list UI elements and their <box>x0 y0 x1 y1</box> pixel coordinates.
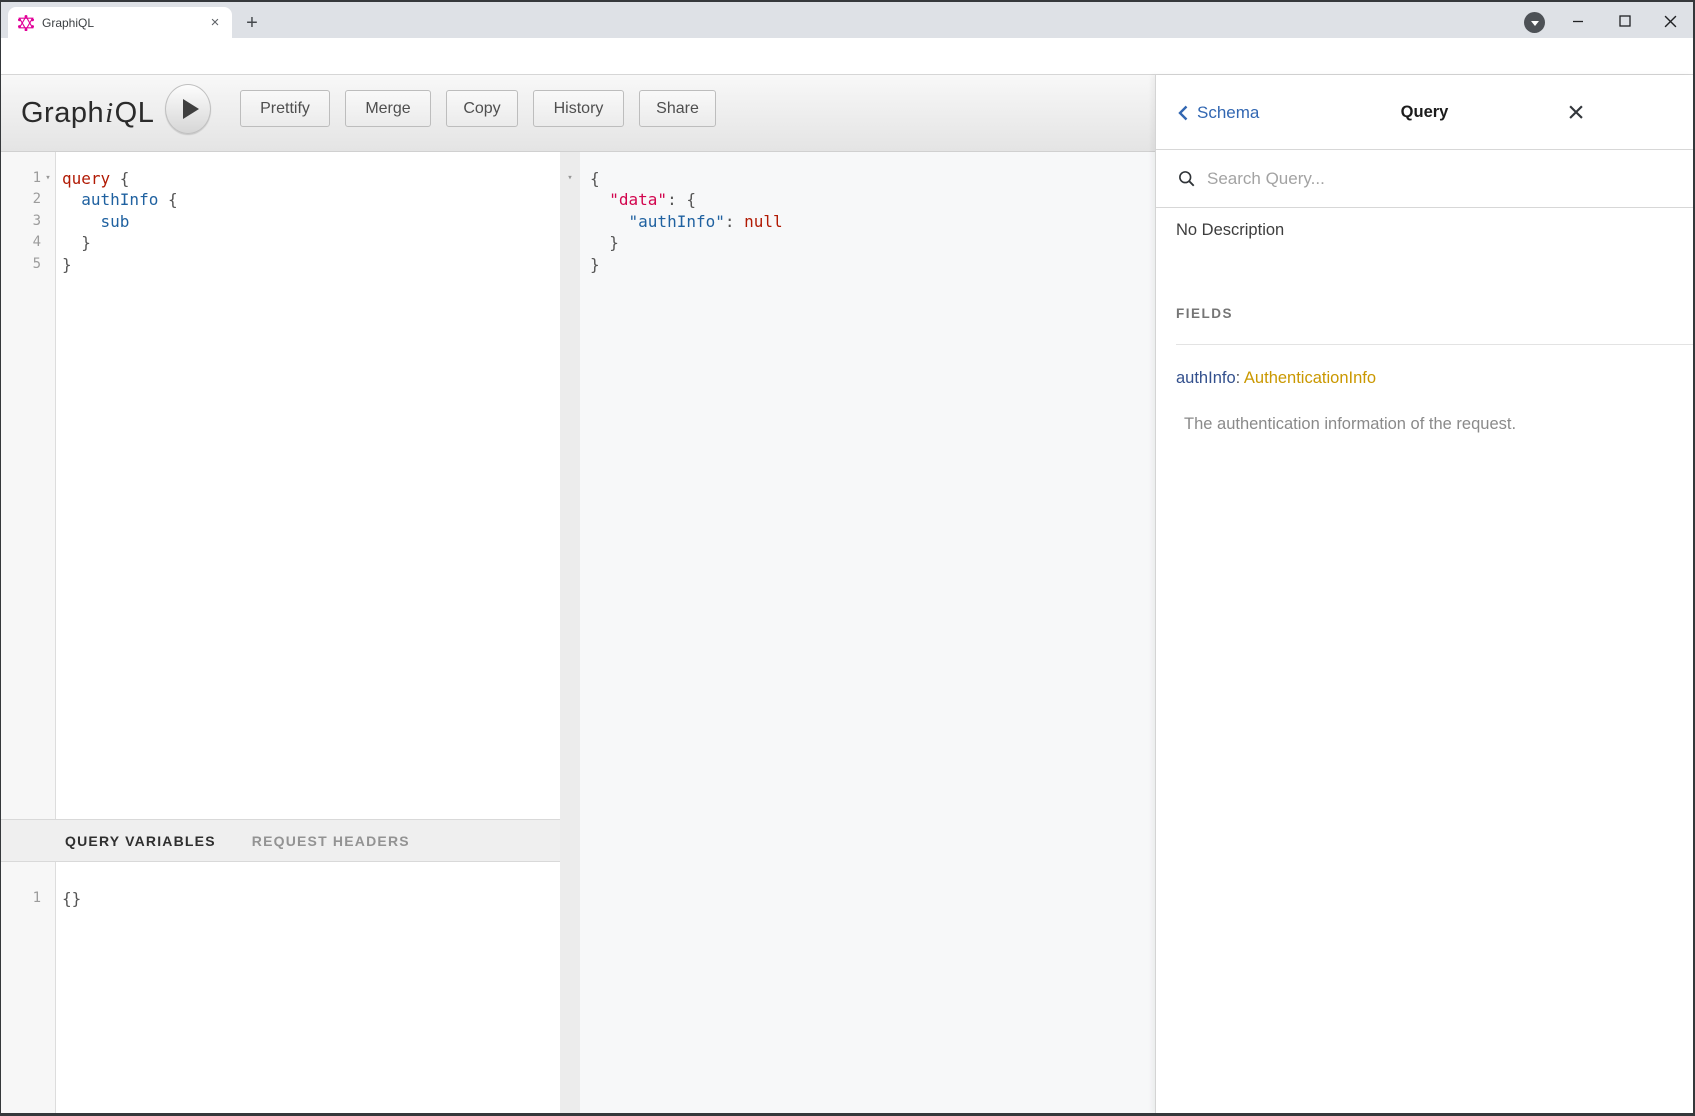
tab-close-icon[interactable]: × <box>206 14 224 32</box>
code-line: } <box>590 254 1155 275</box>
fold-arrow-icon[interactable]: ▾ <box>41 168 55 189</box>
toolbar-button-copy[interactable]: Copy <box>446 90 518 127</box>
tab-strip: GraphiQL × + <box>0 0 1695 38</box>
gutter-line <box>560 189 580 210</box>
result-viewer-code: { "data": { "authInfo": null }} <box>590 168 1155 275</box>
doc-fields-header: FIELDS <box>1176 306 1233 321</box>
graphiql-logo: GraphiQL <box>21 75 154 152</box>
gutter-line: 3 <box>0 211 55 232</box>
doc-no-description: No Description <box>1176 221 1284 240</box>
query-editor-code[interactable]: query { authInfo { sub }} <box>62 168 560 275</box>
execute-query-button[interactable] <box>165 84 211 134</box>
code-line: } <box>62 254 560 275</box>
window-border-top <box>0 0 1695 2</box>
fold-arrow-icon[interactable]: ▾ <box>563 168 577 189</box>
doc-explorer-title: Query <box>1156 75 1693 150</box>
code-line: } <box>590 232 1155 253</box>
variables-editor-code[interactable]: {} <box>62 888 560 909</box>
doc-field-row: authInfo: AuthenticationInfo <box>1176 369 1376 388</box>
close-window-button[interactable] <box>1651 6 1689 36</box>
result-fold-gutter: ▾ <box>560 152 580 1113</box>
maximize-button[interactable] <box>1606 6 1644 36</box>
toolbar-button-prettify[interactable]: Prettify <box>240 90 330 127</box>
tab-query-variables[interactable]: QUERY VARIABLES <box>65 833 216 849</box>
gutter-line: 5 <box>0 254 55 275</box>
doc-fields-divider <box>1176 344 1693 345</box>
gutter-line: 4 <box>0 232 55 253</box>
browser-tab[interactable]: GraphiQL × <box>8 7 232 38</box>
code-line: } <box>62 232 560 253</box>
code-line: query { <box>62 168 560 189</box>
address-bar: localhost:3000/graphql uO P <box>0 38 1695 75</box>
toolbar-button-merge[interactable]: Merge <box>345 90 431 127</box>
variables-editor-gutter: 1 <box>0 862 56 1113</box>
doc-search-input[interactable] <box>1205 168 1585 190</box>
variables-editor: 1 {} <box>0 862 560 1113</box>
search-icon <box>1178 170 1195 187</box>
browser-window: GraphiQL × + loc <box>0 0 1695 1116</box>
graphql-favicon <box>18 15 34 31</box>
secondary-editor-tabs: QUERY VARIABLES REQUEST HEADERS <box>0 819 560 862</box>
graphiql-toolbar: GraphiQL Prettify Merge Copy History Share <box>0 75 1155 152</box>
gutter-line: 1 <box>0 888 55 909</box>
code-line: sub <box>62 211 560 232</box>
window-border-left <box>0 0 1 1116</box>
result-viewer: { "data": { "authInfo": null }} <box>580 152 1155 1113</box>
gutter-line <box>560 211 580 232</box>
gutter-line <box>560 254 580 275</box>
doc-explorer-title-bar: Schema Query × <box>1156 75 1693 150</box>
code-line: { <box>590 168 1155 189</box>
browser-update-icon[interactable] <box>1524 12 1545 33</box>
doc-search-row <box>1156 150 1693 208</box>
gutter-line: ▾ <box>560 168 580 189</box>
tab-request-headers[interactable]: REQUEST HEADERS <box>252 833 410 849</box>
doc-field-description: The authentication information of the re… <box>1184 415 1516 434</box>
tab-title: GraphiQL <box>42 16 206 30</box>
code-line: "authInfo": null <box>590 211 1155 232</box>
gutter-line: 1▾ <box>0 168 55 189</box>
toolbar-button-history[interactable]: History <box>533 90 624 127</box>
toolbar-button-share[interactable]: Share <box>639 90 716 127</box>
play-icon <box>183 99 199 119</box>
doc-field-type-link[interactable]: AuthenticationInfo <box>1244 369 1376 387</box>
doc-close-icon[interactable]: × <box>1556 75 1596 150</box>
doc-field-name-link[interactable]: authInfo <box>1176 369 1236 387</box>
code-line: {} <box>62 888 560 909</box>
gutter-line <box>560 232 580 253</box>
code-line: authInfo { <box>62 189 560 210</box>
code-line: "data": { <box>590 189 1155 210</box>
minimize-button[interactable] <box>1559 6 1597 36</box>
doc-explorer: Schema Query × No Description FIELDS aut… <box>1155 75 1693 1113</box>
gutter-line: 2 <box>0 189 55 210</box>
new-tab-button[interactable]: + <box>238 9 266 37</box>
